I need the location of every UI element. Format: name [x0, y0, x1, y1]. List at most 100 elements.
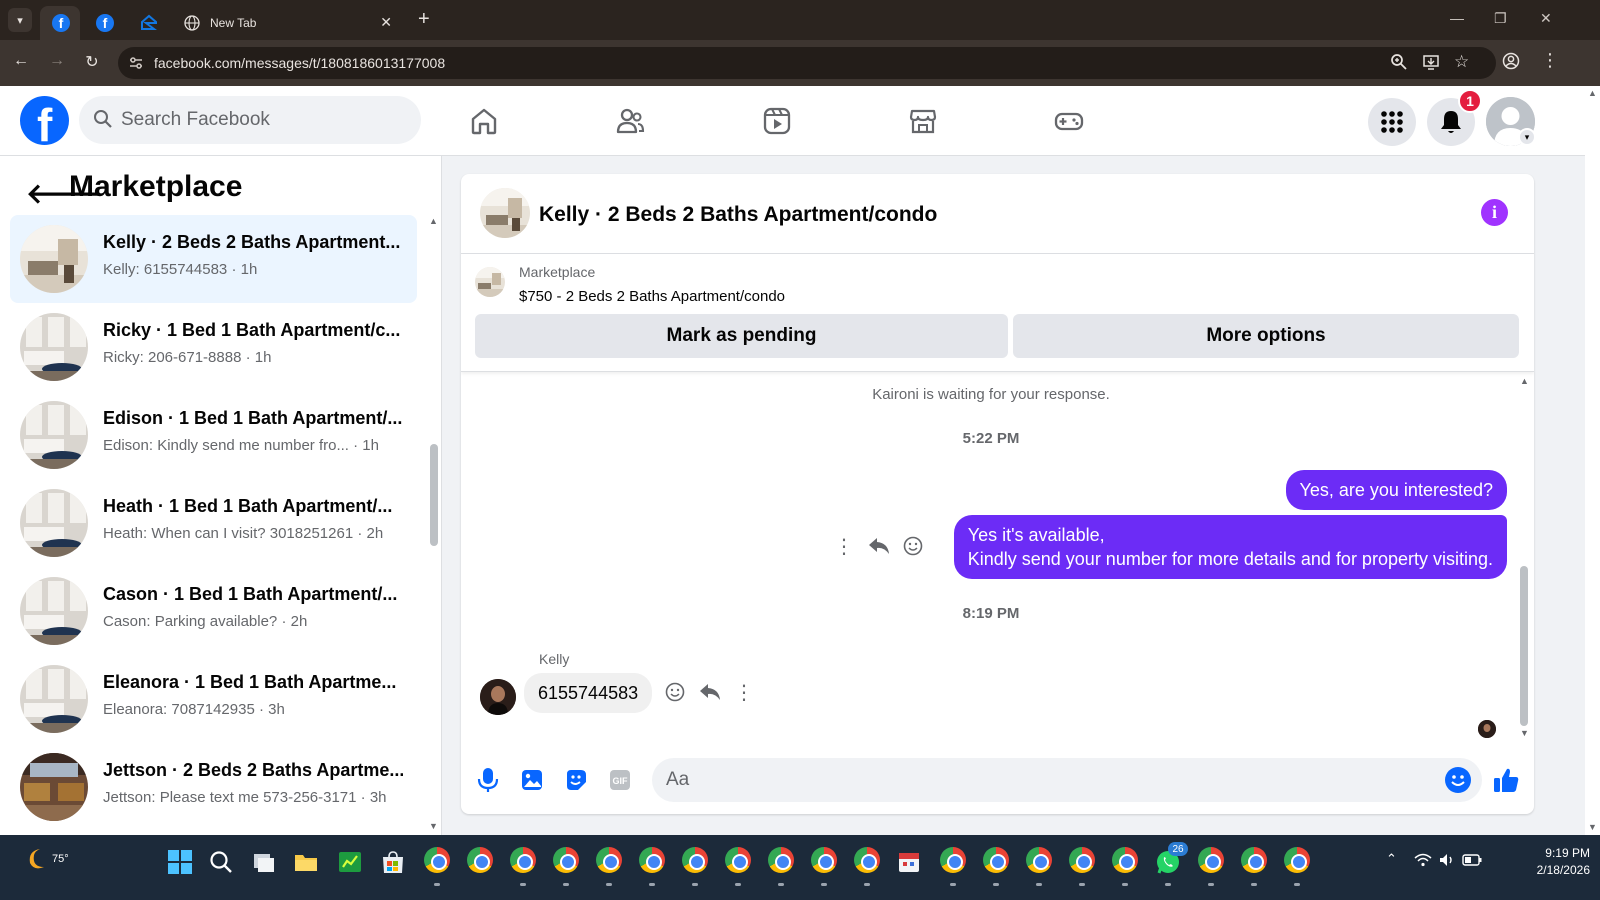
- tab-facebook-active[interactable]: f: [40, 6, 80, 40]
- chat-listing-avatar[interactable]: [480, 188, 530, 238]
- spreadsheet-app-icon[interactable]: [337, 849, 363, 875]
- listing-title[interactable]: $750 - 2 Beds 2 Baths Apartment/condo: [519, 288, 785, 305]
- chrome-icon[interactable]: [1026, 847, 1052, 873]
- scroll-up-arrow-icon[interactable]: ▲: [1588, 88, 1597, 98]
- nav-marketplace[interactable]: [904, 102, 942, 140]
- nav-gaming[interactable]: [1050, 102, 1088, 140]
- tab-new-tab[interactable]: New Tab ✕: [172, 6, 402, 40]
- chrome-icon[interactable]: [682, 847, 708, 873]
- search-box[interactable]: [79, 96, 421, 144]
- like-thumbs-up-icon[interactable]: [1492, 766, 1520, 794]
- tab-facebook[interactable]: f: [84, 6, 124, 40]
- chat-scrollbar[interactable]: [1520, 566, 1528, 726]
- calendar-app-icon[interactable]: [896, 849, 922, 875]
- conversation-kelly[interactable]: Kelly · 2 Beds 2 Baths Apartment... Kell…: [10, 215, 417, 303]
- zoom-icon[interactable]: [1390, 53, 1408, 71]
- chrome-icon[interactable]: [811, 847, 837, 873]
- chrome-icon[interactable]: [639, 847, 665, 873]
- reply-icon[interactable]: [866, 533, 892, 559]
- scroll-down-arrow-icon[interactable]: ▼: [1588, 822, 1597, 832]
- site-info-icon[interactable]: [128, 55, 144, 71]
- chrome-icon[interactable]: [510, 847, 536, 873]
- react-emoji-icon[interactable]: [662, 679, 688, 705]
- minimize-icon[interactable]: —: [1450, 10, 1464, 26]
- info-icon[interactable]: i: [1481, 199, 1508, 226]
- conversation-ricky[interactable]: Ricky · 1 Bed 1 Bath Apartment/c... Rick…: [10, 303, 417, 391]
- battery-icon[interactable]: [1462, 854, 1482, 866]
- outgoing-message[interactable]: Yes it's available, Kindly send your num…: [953, 515, 1507, 579]
- scroll-up-arrow-icon[interactable]: ▲: [1520, 376, 1529, 386]
- incoming-message[interactable]: 6155744583: [524, 673, 653, 713]
- tab-zillow[interactable]: [128, 6, 168, 40]
- install-app-icon[interactable]: [1422, 53, 1440, 71]
- nav-video[interactable]: [758, 102, 796, 140]
- reload-icon[interactable]: ↻: [81, 52, 103, 72]
- windows-start-icon[interactable]: [167, 849, 193, 875]
- conversation-heath[interactable]: Heath · 1 Bed 1 Bath Apartment/... Heath…: [10, 479, 417, 567]
- react-emoji-icon[interactable]: [900, 533, 926, 559]
- chevron-down-icon[interactable]: ▾: [1518, 128, 1536, 146]
- message-input[interactable]: [666, 766, 1426, 794]
- chrome-icon[interactable]: [596, 847, 622, 873]
- microphone-icon[interactable]: [474, 766, 502, 794]
- address-bar[interactable]: facebook.com/messages/t/1808186013177008…: [118, 47, 1496, 79]
- wifi-icon[interactable]: [1414, 853, 1432, 867]
- new-tab-button[interactable]: +: [418, 8, 430, 30]
- weather-widget[interactable]: 75°: [20, 845, 69, 878]
- scroll-up-arrow-icon[interactable]: ▲: [429, 216, 438, 226]
- message-input-box[interactable]: [652, 758, 1482, 802]
- scroll-down-arrow-icon[interactable]: ▼: [1520, 728, 1529, 738]
- sticker-icon[interactable]: [562, 766, 590, 794]
- gif-icon[interactable]: GIF: [606, 766, 634, 794]
- close-window-icon[interactable]: ✕: [1540, 10, 1552, 27]
- chat-title[interactable]: Kelly · 2 Beds 2 Baths Apartment/condo: [539, 203, 937, 227]
- outgoing-message[interactable]: Yes, are you interested?: [1285, 470, 1507, 510]
- microsoft-store-icon[interactable]: [380, 849, 406, 875]
- chrome-icon[interactable]: [725, 847, 751, 873]
- close-tab-icon[interactable]: ✕: [380, 14, 392, 31]
- mark-as-pending-button[interactable]: Mark as pending: [475, 314, 1008, 358]
- profile-icon[interactable]: [1502, 52, 1520, 70]
- file-explorer-icon[interactable]: [293, 849, 319, 875]
- chrome-icon[interactable]: [424, 847, 450, 873]
- back-icon[interactable]: ←: [10, 52, 32, 70]
- search-input[interactable]: [121, 105, 401, 135]
- chrome-icon[interactable]: [1112, 847, 1138, 873]
- chrome-icon[interactable]: [1241, 847, 1267, 873]
- conversation-jettson[interactable]: Jettson · 2 Beds 2 Baths Apartme... Jett…: [10, 743, 417, 831]
- scroll-down-arrow-icon[interactable]: ▼: [429, 821, 438, 831]
- more-actions-icon[interactable]: ⋮: [731, 679, 757, 705]
- volume-icon[interactable]: [1438, 853, 1456, 867]
- chrome-icon[interactable]: [983, 847, 1009, 873]
- menu-button[interactable]: [1368, 98, 1416, 146]
- reply-icon[interactable]: [697, 679, 723, 705]
- browser-menu-icon[interactable]: ⋮: [1541, 50, 1559, 71]
- listing-thumbnail[interactable]: [475, 267, 505, 297]
- chrome-icon[interactable]: [467, 847, 493, 873]
- nav-home[interactable]: [465, 102, 503, 140]
- forward-icon[interactable]: →: [46, 52, 68, 70]
- chrome-icon[interactable]: [1069, 847, 1095, 873]
- chrome-icon[interactable]: [940, 847, 966, 873]
- chrome-icon[interactable]: [768, 847, 794, 873]
- facebook-logo-icon[interactable]: f: [20, 96, 69, 145]
- inbox-scrollbar[interactable]: [430, 444, 438, 546]
- conversation-cason[interactable]: Cason · 1 Bed 1 Bath Apartment/... Cason…: [10, 567, 417, 655]
- tab-search-dropdown[interactable]: ▾: [8, 8, 32, 32]
- nav-friends[interactable]: [611, 102, 649, 140]
- conversation-edison[interactable]: Edison · 1 Bed 1 Bath Apartment/... Edis…: [10, 391, 417, 479]
- page-scrollbar[interactable]: ▲ ▼: [1585, 86, 1600, 835]
- chrome-icon[interactable]: [1284, 847, 1310, 873]
- more-actions-icon[interactable]: ⋮: [831, 533, 857, 559]
- chrome-icon[interactable]: [1198, 847, 1224, 873]
- photo-icon[interactable]: [518, 766, 546, 794]
- restore-icon[interactable]: ❐: [1494, 10, 1507, 27]
- system-clock[interactable]: 9:19 PM 2/18/2026: [1520, 845, 1590, 879]
- bookmark-star-icon[interactable]: ☆: [1454, 52, 1469, 72]
- chrome-icon[interactable]: [854, 847, 880, 873]
- search-icon[interactable]: [208, 849, 234, 875]
- tray-chevron-up-icon[interactable]: ⌃: [1386, 851, 1397, 867]
- sender-avatar[interactable]: [480, 679, 516, 715]
- more-options-button[interactable]: More options: [1013, 314, 1519, 358]
- task-view-icon[interactable]: [251, 849, 277, 875]
